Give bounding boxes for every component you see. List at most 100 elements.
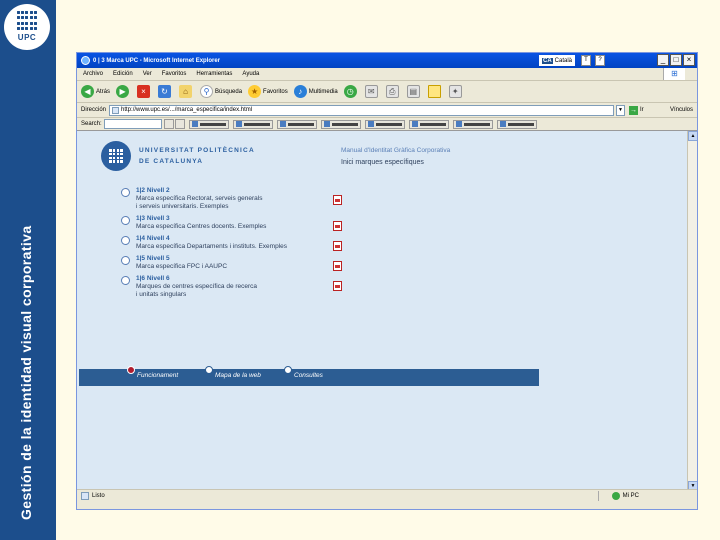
- multimedia-label: Multimedia: [308, 88, 338, 95]
- page-icon: [112, 106, 120, 114]
- status-page-icon: [81, 491, 89, 500]
- pdf-icon[interactable]: [333, 281, 342, 291]
- list-item-desc: Marca específica FPC i AAUPC: [136, 263, 228, 270]
- search-toolbar-go-icon[interactable]: [174, 119, 185, 129]
- menu-ayuda[interactable]: Ayuda: [242, 71, 259, 77]
- print-button[interactable]: ⎙: [385, 85, 401, 98]
- list-item-nivell-3[interactable]: 1|3 Nivell 3 Marca específica Centres do…: [121, 215, 351, 234]
- address-dropdown-chevron-icon[interactable]: ▼: [616, 104, 626, 116]
- nav-funcionament[interactable]: Funcionament: [137, 372, 178, 379]
- note-icon: [427, 85, 441, 98]
- refresh-icon: ↻: [158, 85, 172, 98]
- search-toolbar: Search:: [77, 118, 697, 131]
- list-item-nivell-2[interactable]: 1|2 Nivell 2 Marca específica Rectorat, …: [121, 187, 351, 214]
- slide-sidebar: UPC Gestión de la identidad visual corpo…: [0, 0, 56, 540]
- list-item-code: 1|4 Nivell 4: [136, 235, 170, 242]
- search-button[interactable]: ⚲ Búsqueda: [200, 85, 242, 98]
- standard-toolbar: ◀ Atrás ▶ × ↻ ⌂ ⚲ Búsqueda ★ Favoritos ♪…: [77, 81, 697, 103]
- manual-subtitle: Inici marques específiques: [341, 159, 424, 166]
- mail-button[interactable]: ✉: [364, 85, 380, 98]
- minimize-button[interactable]: _: [657, 54, 669, 66]
- list-item-desc: i unitats singulars: [136, 291, 187, 298]
- go-button[interactable]: → Ir: [629, 105, 644, 115]
- search-engine-chip-6[interactable]: [408, 119, 449, 129]
- upc-circle-logo-icon: [101, 141, 131, 171]
- address-input[interactable]: http://www.upc.es/.../marca_especifica/i…: [109, 104, 615, 116]
- list-item-desc: Marca específica Rectorat, serveis gener…: [136, 195, 263, 202]
- history-icon: ◷: [343, 85, 357, 98]
- menu-ver[interactable]: Ver: [143, 71, 152, 77]
- browser-window: 0 | 3 Marca UPC - Microsoft Internet Exp…: [76, 52, 698, 510]
- slide: UPC Gestión de la identidad visual corpo…: [0, 0, 720, 540]
- forward-button[interactable]: ▶: [116, 85, 131, 98]
- active-dot-icon: [127, 366, 135, 374]
- window-title: 0 | 3 Marca UPC - Microsoft Internet Exp…: [93, 57, 221, 64]
- address-label: Dirección: [81, 107, 107, 113]
- edit-icon: ▤: [406, 85, 420, 98]
- menu-favoritos[interactable]: Favoritos: [162, 71, 187, 77]
- language-selector[interactable]: CA Català: [538, 55, 575, 66]
- links-button[interactable]: Vínculos: [670, 107, 693, 113]
- menu-archivo[interactable]: Archivo: [83, 71, 103, 77]
- list-item-desc: Marques de centres específica de recerca: [136, 283, 258, 290]
- back-button[interactable]: ◀ Atrás: [81, 85, 110, 98]
- menu-herramientas[interactable]: Herramientas: [196, 71, 232, 77]
- close-button[interactable]: ×: [683, 54, 695, 66]
- search-toolbar-input[interactable]: [103, 119, 162, 129]
- taskbar-mini-icon[interactable]: T: [581, 55, 591, 66]
- list-item-desc: i serveis universitaris. Exemples: [136, 203, 229, 210]
- list-item-nivell-6[interactable]: 1|6 Nivell 6 Marques de centres específi…: [121, 275, 351, 302]
- back-arrow-icon: ◀: [81, 85, 94, 98]
- search-engine-chip-8[interactable]: [496, 119, 537, 129]
- list-item-code: 1|2 Nivell 2: [136, 187, 170, 194]
- dot-icon: [284, 366, 292, 374]
- home-button[interactable]: ⌂: [179, 85, 194, 98]
- radio-bullet-icon: [121, 188, 130, 197]
- dot-icon: [205, 366, 213, 374]
- pdf-icon[interactable]: [333, 261, 342, 271]
- maximize-button[interactable]: □: [670, 54, 682, 66]
- favorites-button[interactable]: ★ Favoritos: [248, 85, 288, 98]
- pdf-icon[interactable]: [333, 241, 342, 251]
- status-divider: [598, 490, 599, 501]
- taskbar-help-icon[interactable]: ?: [595, 55, 605, 66]
- pdf-icon[interactable]: [333, 195, 342, 205]
- discuss-button[interactable]: [427, 85, 443, 98]
- search-engine-chip-1[interactable]: [188, 119, 229, 129]
- refresh-button[interactable]: ↻: [158, 85, 173, 98]
- menu-bar: Archivo Edición Ver Favoritos Herramient…: [77, 68, 697, 81]
- back-label: Atrás: [96, 88, 111, 95]
- nav-mapa-web[interactable]: Mapa de la web: [215, 372, 261, 379]
- radio-bullet-icon: [121, 236, 130, 245]
- upc-page-logo: UNIVERSITAT POLITÈCNICA DE CATALUNYA: [101, 141, 255, 171]
- messenger-button[interactable]: ✦: [448, 85, 464, 98]
- search-engine-chip-3[interactable]: [276, 119, 317, 129]
- favorites-label: Favoritos: [263, 88, 288, 95]
- nav-consultes[interactable]: Consultes: [294, 372, 323, 379]
- stop-icon: ×: [137, 85, 151, 98]
- security-zone: Mi PC: [611, 491, 639, 500]
- vertical-scrollbar[interactable]: ▲ ▼: [687, 131, 697, 491]
- search-engine-chip-7[interactable]: [452, 119, 493, 129]
- search-toolbar-label: Search:: [81, 121, 102, 127]
- list-item-nivell-5[interactable]: 1|5 Nivell 5 Marca específica FPC i AAUP…: [121, 255, 351, 274]
- scroll-up-icon[interactable]: ▲: [688, 131, 697, 141]
- mail-icon: ✉: [364, 85, 378, 98]
- menu-edicion[interactable]: Edición: [113, 71, 133, 77]
- edit-button[interactable]: ▤: [406, 85, 422, 98]
- list-item-code: 1|3 Nivell 3: [136, 215, 170, 222]
- search-engine-chip-5[interactable]: [364, 119, 405, 129]
- pdf-icon[interactable]: [333, 221, 342, 231]
- favorites-star-icon: ★: [248, 85, 262, 98]
- search-engine-chip-2[interactable]: [232, 119, 273, 129]
- list-item-nivell-4[interactable]: 1|4 Nivell 4 Marca específica Departamen…: [121, 235, 351, 254]
- history-button[interactable]: ◷: [343, 85, 359, 98]
- radio-bullet-icon: [121, 256, 130, 265]
- stop-button[interactable]: ×: [137, 85, 152, 98]
- radio-bullet-icon: [121, 216, 130, 225]
- status-bar: Listo Mi PC: [77, 489, 697, 501]
- search-toolbar-dropdown-icon[interactable]: [163, 119, 174, 129]
- multimedia-button[interactable]: ♪ Multimedia: [293, 85, 338, 98]
- search-engine-chip-4[interactable]: [320, 119, 361, 129]
- bottom-strip: [77, 501, 697, 509]
